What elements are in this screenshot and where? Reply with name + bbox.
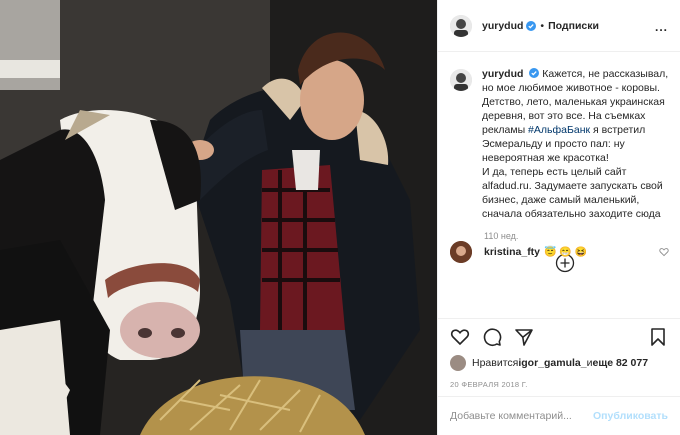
likes-row: Нравится igor_gamula_ и еще 82 077 xyxy=(450,355,648,371)
photo-cow-and-man xyxy=(0,0,437,435)
more-options-button[interactable]: ... xyxy=(655,20,668,34)
caption-line: alfadud.ru. Задумаете запускать свой xyxy=(482,180,663,192)
publish-button[interactable]: Опубликовать xyxy=(593,410,668,422)
action-bar xyxy=(438,318,680,356)
username-link[interactable]: yurydud xyxy=(482,20,523,32)
caption-time: 110 нед. xyxy=(484,231,519,241)
caption-line: деревня, вот это все. На съемках xyxy=(482,110,646,122)
add-comment-bar: Опубликовать xyxy=(438,396,680,435)
liker-avatar[interactable] xyxy=(450,355,466,371)
comments-area: yurydud Кажется, не рассказывал, но мое … xyxy=(438,53,680,315)
caption-line-text: рекламы xyxy=(482,124,529,136)
comment-item: kristina_fty 😇 😁 😆 xyxy=(450,241,669,263)
caption-line: рекламы #АльфаБанк я встретил xyxy=(482,123,667,137)
caption-text: yurydud Кажется, не рассказывал, но мое … xyxy=(482,67,669,221)
bookmark-icon[interactable] xyxy=(648,327,668,347)
user-avatar-icon xyxy=(450,241,472,263)
avatar[interactable] xyxy=(450,14,472,37)
caption-username[interactable]: yurydud xyxy=(482,68,523,80)
hashtag-link[interactable]: #АльфаБанк xyxy=(528,124,590,136)
heart-icon[interactable] xyxy=(659,247,669,257)
caption-line: сначала обязательно заходите сюда xyxy=(482,208,661,220)
likes-count[interactable]: еще 82 077 xyxy=(593,357,649,369)
user-avatar-icon xyxy=(450,69,472,91)
caption-line: Детство, лето, маленькая украинская xyxy=(482,96,665,108)
post-date: 20 ФЕВРАЛЯ 2018 Г. xyxy=(450,380,528,389)
caption-line: невероятная же красотка! xyxy=(482,152,609,164)
heart-icon[interactable] xyxy=(450,327,470,347)
post-photo[interactable] xyxy=(0,0,437,435)
caption-line-text: я встретил xyxy=(590,124,646,136)
caption-row: yurydud Кажется, не рассказывал, но мое … xyxy=(450,67,668,221)
verified-badge-icon xyxy=(526,20,537,31)
caption-line-text: Кажется, не рассказывал, xyxy=(542,68,669,80)
caption-line: бизнес, даже самый маленький, xyxy=(482,194,640,206)
caption-line: Эсмеральду и просто пал: ну xyxy=(482,138,625,150)
share-icon[interactable] xyxy=(514,327,534,347)
user-avatar-icon xyxy=(450,14,472,37)
caption-line: И да, теперь есть целый сайт xyxy=(482,166,627,178)
instagram-post: yurydud • Подписки ... yurydud Кажется, … xyxy=(0,0,680,435)
comment-username[interactable]: kristina_fty xyxy=(484,246,540,258)
caption-line: yurydud Кажется, не рассказывал, xyxy=(482,67,669,81)
liker-username[interactable]: igor_gamula_ xyxy=(518,357,586,369)
following-button[interactable]: Подписки xyxy=(548,20,599,32)
verified-badge-icon xyxy=(529,68,540,78)
post-header: yurydud • Подписки ... xyxy=(438,0,680,52)
comment-input[interactable] xyxy=(450,410,594,422)
caption-line: но мое любимое животное - коровы. xyxy=(482,82,660,94)
separator-dot: • xyxy=(540,19,545,32)
post-sidebar: yurydud • Подписки ... yurydud Кажется, … xyxy=(437,0,680,435)
caption-avatar[interactable] xyxy=(450,69,472,91)
comment-avatar[interactable] xyxy=(450,241,472,263)
comment-icon[interactable] xyxy=(482,327,502,347)
likes-prefix: Нравится xyxy=(472,357,519,369)
comment-text: 😇 😁 😆 xyxy=(544,246,587,258)
